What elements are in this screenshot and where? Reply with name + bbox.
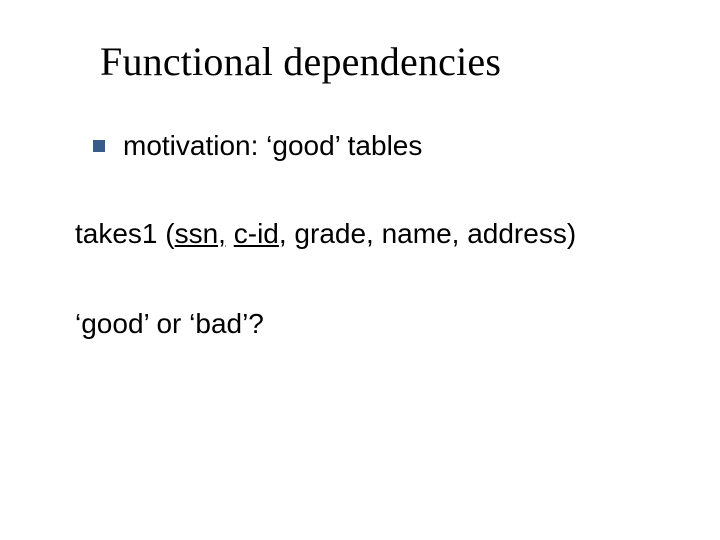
schema-rest: , grade, name, address) — [279, 218, 576, 249]
question-line: ‘good’ or ‘bad’? — [75, 308, 264, 340]
bullet-text: motivation: ‘good’ tables — [123, 128, 422, 163]
schema-line: takes1 (ssn, c-id, grade, name, address) — [75, 218, 576, 250]
square-bullet-icon — [93, 140, 105, 152]
slide-title: Functional dependencies — [100, 38, 501, 85]
schema-space — [226, 218, 234, 249]
slide: Functional dependencies motivation: ‘goo… — [0, 0, 720, 540]
schema-prefix: takes1 ( — [75, 218, 175, 249]
schema-key-ssn: ssn, — [175, 218, 226, 249]
schema-key-cid: c-id — [234, 218, 279, 249]
bullet-item: motivation: ‘good’ tables — [93, 128, 422, 163]
